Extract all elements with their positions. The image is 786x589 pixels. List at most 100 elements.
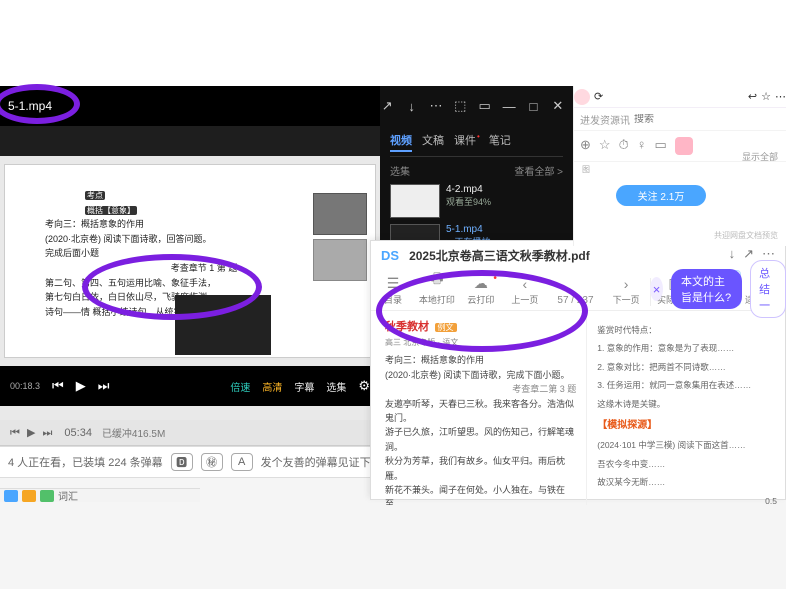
- ai-star2-icon[interactable]: ☆: [599, 137, 611, 155]
- subtitle-button[interactable]: 字幕: [294, 379, 314, 394]
- download-icon[interactable]: [404, 97, 418, 115]
- play-button[interactable]: ▶: [76, 378, 86, 394]
- playlist-expand[interactable]: 查看全部 >: [514, 163, 563, 178]
- episode-button[interactable]: 选集: [326, 379, 346, 394]
- slide-tag: 考点: [85, 191, 105, 200]
- pdf-r-lead: 鉴赏时代特点：: [597, 323, 777, 337]
- pdf-r-source: (2024·101 中学三模) 阅读下面这首……: [597, 438, 777, 452]
- ai-close-button[interactable]: ×: [650, 277, 663, 301]
- playlist-item-title: 5-1.mp4: [446, 224, 490, 235]
- pdf-section-title: 考向三：概括意象的作用: [385, 353, 576, 367]
- pip-icon[interactable]: [478, 97, 492, 115]
- tab-course[interactable]: 课件: [454, 132, 479, 152]
- video-stage[interactable]: 考点 概括【意象】 考向三：概括意象的作用 (2020·北京卷) 阅读下面诗歌，…: [0, 156, 380, 454]
- playlist-item-title: 4-2.mp4: [446, 184, 491, 195]
- pdf-page-left: 秋季教材 例文 高三 北京专版 · 语文 考向三：概括意象的作用 (2020·北…: [371, 311, 586, 505]
- slide-thumbnail: [313, 193, 367, 235]
- pdf-body[interactable]: 秋季教材 例文 高三 北京专版 · 语文 考向三：概括意象的作用 (2020·北…: [371, 311, 785, 505]
- tab-doc[interactable]: 文稿: [422, 132, 444, 152]
- pdf-r-fin: 0.5: [597, 494, 777, 506]
- playlist-item[interactable]: 4-2.mp4 观看至94%: [390, 184, 563, 218]
- follow-button[interactable]: 关注 2.1万: [616, 185, 706, 206]
- minimize-icon[interactable]: [502, 97, 516, 115]
- taskbar-app[interactable]: [40, 490, 54, 502]
- ai-side-panel: ⟳ ↩ ☆ ⋯ 进发资源讯 ⊕ ☆ ⏱ ♀ ▭ 显示全部 图 关注 2.1万 共…: [573, 86, 786, 246]
- danmu-settings-icon[interactable]: ㊙: [201, 453, 223, 471]
- quality-button[interactable]: 高清: [262, 379, 282, 394]
- download-status-bar: ⏮ ▶ ⏭ 05:34 已缓冲416.5M: [0, 420, 380, 446]
- ai-showall[interactable]: 显示全部: [742, 150, 778, 163]
- os-taskbar: 词汇: [0, 488, 200, 502]
- ai-subnote: 共迎网盘文档预览: [574, 230, 786, 241]
- pdf-badge: 例文: [435, 323, 457, 332]
- taskbar-app[interactable]: [22, 490, 36, 502]
- player-window-controls: [380, 86, 573, 126]
- pdf-logo: DS: [381, 248, 399, 263]
- video-slide-content: 考点 概括【意象】 考向三：概括意象的作用 (2020·北京卷) 阅读下面诗歌，…: [4, 164, 376, 358]
- danmu-input[interactable]: 发个友善的弹幕见证下: [261, 454, 371, 470]
- pdf-r-section: 【模拟探源】: [597, 417, 777, 434]
- avatar[interactable]: [574, 89, 590, 105]
- gear-icon[interactable]: [358, 378, 370, 394]
- tab-notes[interactable]: 笔记: [489, 132, 511, 152]
- tab-video[interactable]: 视频: [390, 132, 412, 152]
- print-icon: 🖶: [430, 268, 443, 292]
- pdf-ref: 考查章二第 3 题: [385, 382, 576, 396]
- next-button[interactable]: ⏭: [98, 378, 110, 394]
- share-icon[interactable]: [380, 97, 394, 115]
- pdf-tool-prev[interactable]: ‹ 上一页: [503, 276, 547, 306]
- mini-play[interactable]: ▶: [27, 427, 35, 439]
- ai-action-icon[interactable]: [675, 137, 693, 155]
- pdf-poem-line: 新花不兼头。闻子在何处。小人独在。与铁在至。: [385, 483, 576, 505]
- more-icon[interactable]: [429, 97, 443, 115]
- pdf-title: 2025北京卷高三语文秋季教材.pdf: [409, 247, 590, 264]
- playlist-label: 选集: [390, 163, 410, 178]
- maximize-icon[interactable]: [526, 97, 540, 115]
- transport-mini: ⏮ ▶ ⏭: [8, 426, 54, 440]
- slide-tag: 概括【意象】: [85, 206, 137, 215]
- prev-button[interactable]: ⏮: [52, 378, 64, 394]
- pdf-tool-catalog[interactable]: ☰ 目录: [371, 275, 415, 306]
- ai-star-icon[interactable]: ☆: [761, 90, 771, 103]
- mini-next[interactable]: ⏭: [43, 427, 53, 439]
- cloud-print-icon: ☁: [474, 275, 488, 292]
- slide-thumbnail: [313, 239, 367, 281]
- mini-prev[interactable]: ⏮: [10, 427, 20, 439]
- ai-clock-icon[interactable]: ⏱: [619, 137, 629, 155]
- player-file-title: 5-1.mp4: [8, 99, 52, 113]
- video-transport: 00:18.3 ⏮ ▶ ⏭ 倍速 高清 字幕 选集: [0, 366, 380, 406]
- ai-more-icon[interactable]: ⋯: [775, 90, 786, 103]
- ai-suggestion-pill[interactable]: 总结一: [750, 260, 786, 318]
- pdf-poem-line: 秋分为芳草，我们有故乡。仙女平归。雨后枕雁。: [385, 454, 576, 483]
- pdf-source: (2020·北京卷) 阅读下面诗歌，完成下面小题。: [385, 368, 576, 382]
- ai-search-input[interactable]: [634, 114, 780, 125]
- pdf-r-item: 2. 意象对比：把两首不同诗歌……: [597, 360, 777, 374]
- ai-nav-back-icon[interactable]: ↩: [748, 90, 757, 103]
- danmu-bar: 4 人正在看，已装填 224 条弹幕 🅳 ㊙ A 发个友善的弹幕见证下: [0, 446, 380, 478]
- speed-button[interactable]: 倍速: [230, 379, 250, 394]
- ai-suggestion-pill[interactable]: 本文的主旨是什么?: [671, 269, 742, 309]
- close-icon[interactable]: [551, 97, 565, 115]
- pdf-tool-next[interactable]: › 下一页: [604, 276, 648, 306]
- mini-timecode: 05:34: [64, 427, 92, 439]
- danmu-toggle-icon[interactable]: 🅳: [171, 453, 193, 471]
- ai-plus-icon[interactable]: ⊕: [580, 137, 591, 155]
- timecode: 00:18.3: [10, 381, 40, 391]
- pdf-tool-cloudprint[interactable]: ☁ 云打印: [459, 275, 503, 306]
- theater-icon[interactable]: [453, 97, 467, 115]
- pdf-poem-line: 友邀亭听琴，天春已三秋。我来客各分。浩浩似鬼门。: [385, 397, 576, 426]
- pdf-tool-localprint[interactable]: 🖶 本地打印: [415, 268, 459, 306]
- pdf-page-right: 鉴赏时代特点： 1. 意象的作用：意象是为了表现…… 2. 意象对比：把两首不同…: [586, 311, 785, 505]
- taskbar-app[interactable]: [4, 490, 18, 502]
- pdf-r-item: 1. 意象的作用：意象是为了表现……: [597, 341, 777, 355]
- ai-bulb-icon[interactable]: ♀: [637, 137, 647, 155]
- pdf-page-count[interactable]: 57 / 237: [547, 295, 604, 306]
- slide-dark-box: [175, 295, 271, 355]
- prev-page-icon: ‹: [523, 276, 528, 292]
- danmu-font-icon[interactable]: A: [231, 453, 253, 471]
- ai-header: ⟳ ↩ ☆ ⋯: [574, 86, 786, 108]
- ai-box-icon[interactable]: ▭: [654, 137, 666, 155]
- taskbar-text: 词汇: [58, 488, 78, 503]
- playlist-item-status: 观看至94%: [446, 195, 491, 208]
- refresh-icon[interactable]: ⟳: [594, 90, 603, 103]
